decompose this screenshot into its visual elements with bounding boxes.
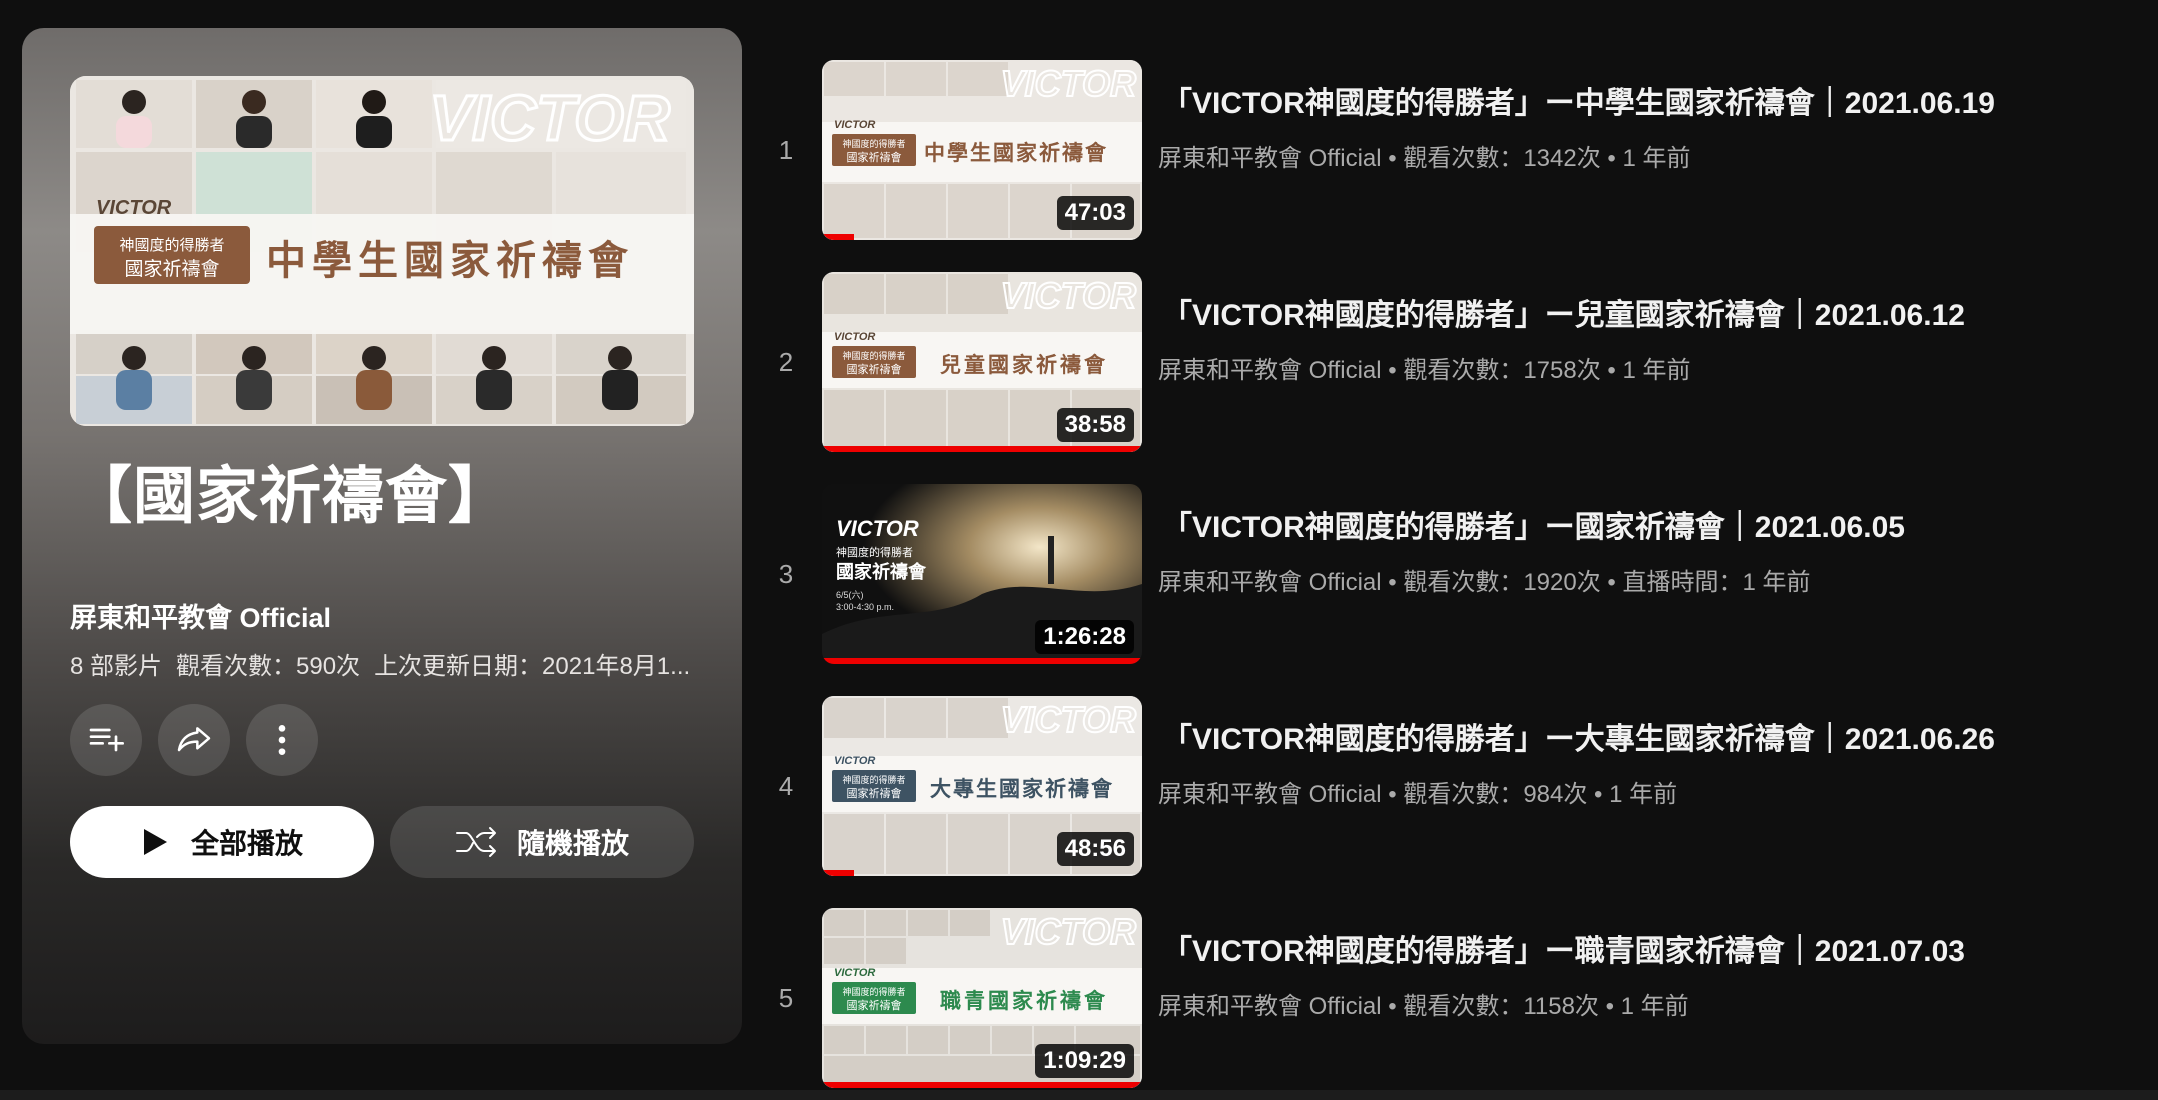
- thumbnail-banner-title: 職青國家祈禱會: [940, 989, 1108, 1013]
- video-meta: 屏東和平教會 Official • 觀看次數：984次 • 1 年前: [1158, 781, 1678, 808]
- video-thumbnail[interactable]: VICTOR 神國度的得勝者 國家祈禱會 中學生國家祈禱會 VICTOR 47:…: [822, 60, 1142, 240]
- watch-progress-bar: [822, 870, 854, 876]
- video-duration: 48:56: [1056, 832, 1134, 866]
- thumbnail-banner-title: 大專生國家祈禱會: [930, 777, 1114, 801]
- thumbnail-banner-title: 國家祈禱會: [836, 561, 927, 583]
- svg-text:神國度的得勝者: 神國度的得勝者: [842, 774, 905, 786]
- svg-text:國家祈禱會: 國家祈禱會: [847, 150, 902, 164]
- video-index: 3: [778, 558, 794, 589]
- playlist-page: VICTOR 神國度的得勝者 國家祈禱會 中學生國家祈禱會 VICTOR 【國家…: [0, 0, 2158, 1100]
- shuffle-label: 隨機播放: [516, 828, 629, 859]
- video-meta: 屏東和平教會 Official • 觀看次數：1920次 • 直播時間：1 年前: [1158, 569, 1811, 596]
- play-all-label: 全部播放: [190, 828, 303, 859]
- video-title[interactable]: 「VICTOR神國度的得勝者」ー兒童國家祈禱會｜2021.06.12: [1162, 290, 2142, 334]
- svg-text:VICTOR: VICTOR: [1001, 699, 1136, 740]
- svg-text:VICTOR: VICTOR: [834, 967, 875, 979]
- channel-name-link[interactable]: 屏東和平教會 Official: [70, 596, 331, 635]
- watch-progress-bar: [822, 234, 854, 240]
- playlist-meta: 8 部影片 觀看次數：590次 上次更新日期：2021年8月1...: [70, 646, 710, 681]
- video-index: 1: [778, 134, 794, 165]
- svg-text:VICTOR: VICTOR: [1001, 275, 1136, 316]
- video-index: 5: [778, 982, 794, 1013]
- svg-text:神國度的得勝者: 神國度的得勝者: [842, 986, 905, 998]
- svg-text:神國度的得勝者: 神國度的得勝者: [842, 350, 905, 362]
- playlist-header-panel: VICTOR 神國度的得勝者 國家祈禱會 中學生國家祈禱會 VICTOR 【國家…: [22, 28, 742, 1044]
- svg-text:國家祈禱會: 國家祈禱會: [847, 998, 902, 1012]
- video-list-item[interactable]: 2 VICTOR 神國度的得勝者 國家祈禱會 兒童國家祈禱會 VICTOR 38…: [760, 272, 2150, 452]
- svg-text:國家祈禱會: 國家祈禱會: [847, 786, 902, 800]
- hero-thumbnail-art: VICTOR 神國度的得勝者 國家祈禱會 中學生國家祈禱會 VICTOR: [70, 76, 694, 426]
- svg-text:3:00-4:30 p.m.: 3:00-4:30 p.m.: [836, 602, 894, 612]
- thumbnail-banner-title: 中學生國家祈禱會: [924, 141, 1108, 165]
- share-button[interactable]: [158, 704, 230, 776]
- video-list-item[interactable]: 5 VICTOR 神國度的得勝者 國家祈禱會 職青國家祈禱會 VICTOR 1:…: [760, 908, 2150, 1088]
- video-thumbnail[interactable]: VICTOR 神國度的得勝者 國家祈禱會 6/5(六) 3:00-4:30 p.…: [822, 484, 1142, 664]
- video-title[interactable]: 「VICTOR神國度的得勝者」ー中學生國家祈禱會｜2021.06.19: [1162, 78, 2142, 122]
- video-duration: 38:58: [1056, 408, 1134, 442]
- svg-text:神國度的得勝者: 神國度的得勝者: [836, 545, 913, 559]
- hero-banner-tag-title: 國家祈禱會: [124, 258, 219, 280]
- video-duration: 1:09:29: [1035, 1044, 1134, 1078]
- svg-text:6/5(六): 6/5(六): [836, 589, 864, 600]
- svg-text:神國度的得勝者: 神國度的得勝者: [842, 138, 905, 150]
- hero-logo-small: VICTOR: [96, 197, 172, 219]
- play-icon: [143, 829, 167, 855]
- video-list-item[interactable]: 4 VICTOR 神國度的得勝者 國家祈禱會 大專生國家祈禱會 VICTOR 4…: [760, 696, 2150, 876]
- playlist-views: 觀看次數：590次: [176, 653, 361, 680]
- svg-text:國家祈禱會: 國家祈禱會: [847, 362, 902, 376]
- shuffle-icon: [455, 827, 496, 857]
- video-title[interactable]: 「VICTOR神國度的得勝者」ー大專生國家祈禱會｜2021.06.26: [1162, 714, 2142, 758]
- playlist-add-icon: [89, 728, 124, 752]
- svg-text:VICTOR: VICTOR: [834, 331, 875, 343]
- svg-text:VICTOR: VICTOR: [1001, 911, 1136, 952]
- video-index: 2: [778, 346, 794, 377]
- video-list-item[interactable]: 3 VICTOR 神國度的得勝者 國家祈禱會 6/5(六) 3:00-4:30 …: [760, 484, 2150, 664]
- video-duration: 47:03: [1056, 196, 1134, 230]
- video-list-item[interactable]: 1 VICTOR 神國度的得勝者 國家祈禱會 中學生國家祈禱會 VICTOR 4…: [760, 60, 2150, 240]
- play-all-button[interactable]: 全部播放: [70, 806, 374, 878]
- thumbnail-banner-title: 兒童國家祈禱會: [940, 353, 1108, 377]
- playlist-title: 【國家祈禱會】: [70, 462, 512, 531]
- video-meta: 屏東和平教會 Official • 觀看次數：1342次 • 1 年前: [1158, 145, 1691, 172]
- shuffle-button[interactable]: 隨機播放: [390, 806, 694, 878]
- window-bottom-edge: [0, 1090, 2158, 1100]
- watch-progress-bar: [822, 1082, 1142, 1088]
- playlist-updated: 上次更新日期：2021年8月1...: [374, 653, 691, 680]
- save-to-playlist-button[interactable]: [70, 704, 142, 776]
- svg-text:VICTOR: VICTOR: [834, 119, 875, 131]
- share-icon: [177, 727, 211, 752]
- watch-progress-bar: [822, 658, 1142, 664]
- video-thumbnail[interactable]: VICTOR 神國度的得勝者 國家祈禱會 大專生國家祈禱會 VICTOR 48:…: [822, 696, 1142, 876]
- video-title[interactable]: 「VICTOR神國度的得勝者」ー國家祈禱會｜2021.06.05: [1162, 502, 2142, 546]
- svg-text:VICTOR: VICTOR: [834, 755, 875, 767]
- hero-banner-subtitle: 神國度的得勝者: [119, 236, 224, 254]
- hero-logo-large: VICTOR: [429, 82, 670, 154]
- video-thumbnail[interactable]: VICTOR 神國度的得勝者 國家祈禱會 職青國家祈禱會 VICTOR 1:09…: [822, 908, 1142, 1088]
- video-count: 8 部影片: [70, 653, 163, 680]
- svg-text:VICTOR: VICTOR: [836, 516, 919, 541]
- video-title[interactable]: 「VICTOR神國度的得勝者」ー職青國家祈禱會｜2021.07.03: [1162, 926, 2142, 970]
- video-duration: 1:26:28: [1035, 620, 1134, 654]
- playlist-hero-thumbnail[interactable]: VICTOR 神國度的得勝者 國家祈禱會 中學生國家祈禱會 VICTOR: [70, 76, 694, 426]
- video-thumbnail[interactable]: VICTOR 神國度的得勝者 國家祈禱會 兒童國家祈禱會 VICTOR 38:5…: [822, 272, 1142, 452]
- video-meta: 屏東和平教會 Official • 觀看次數：1758次 • 1 年前: [1158, 357, 1691, 384]
- more-vert-icon: [278, 725, 286, 755]
- video-meta: 屏東和平教會 Official • 觀看次數：1158次 • 1 年前: [1158, 993, 1689, 1020]
- hero-banner-title: 中學生國家祈禱會: [266, 238, 634, 284]
- more-actions-button[interactable]: [246, 704, 318, 776]
- svg-text:VICTOR: VICTOR: [1001, 63, 1136, 104]
- video-index: 4: [778, 770, 794, 801]
- watch-progress-bar: [822, 446, 1142, 452]
